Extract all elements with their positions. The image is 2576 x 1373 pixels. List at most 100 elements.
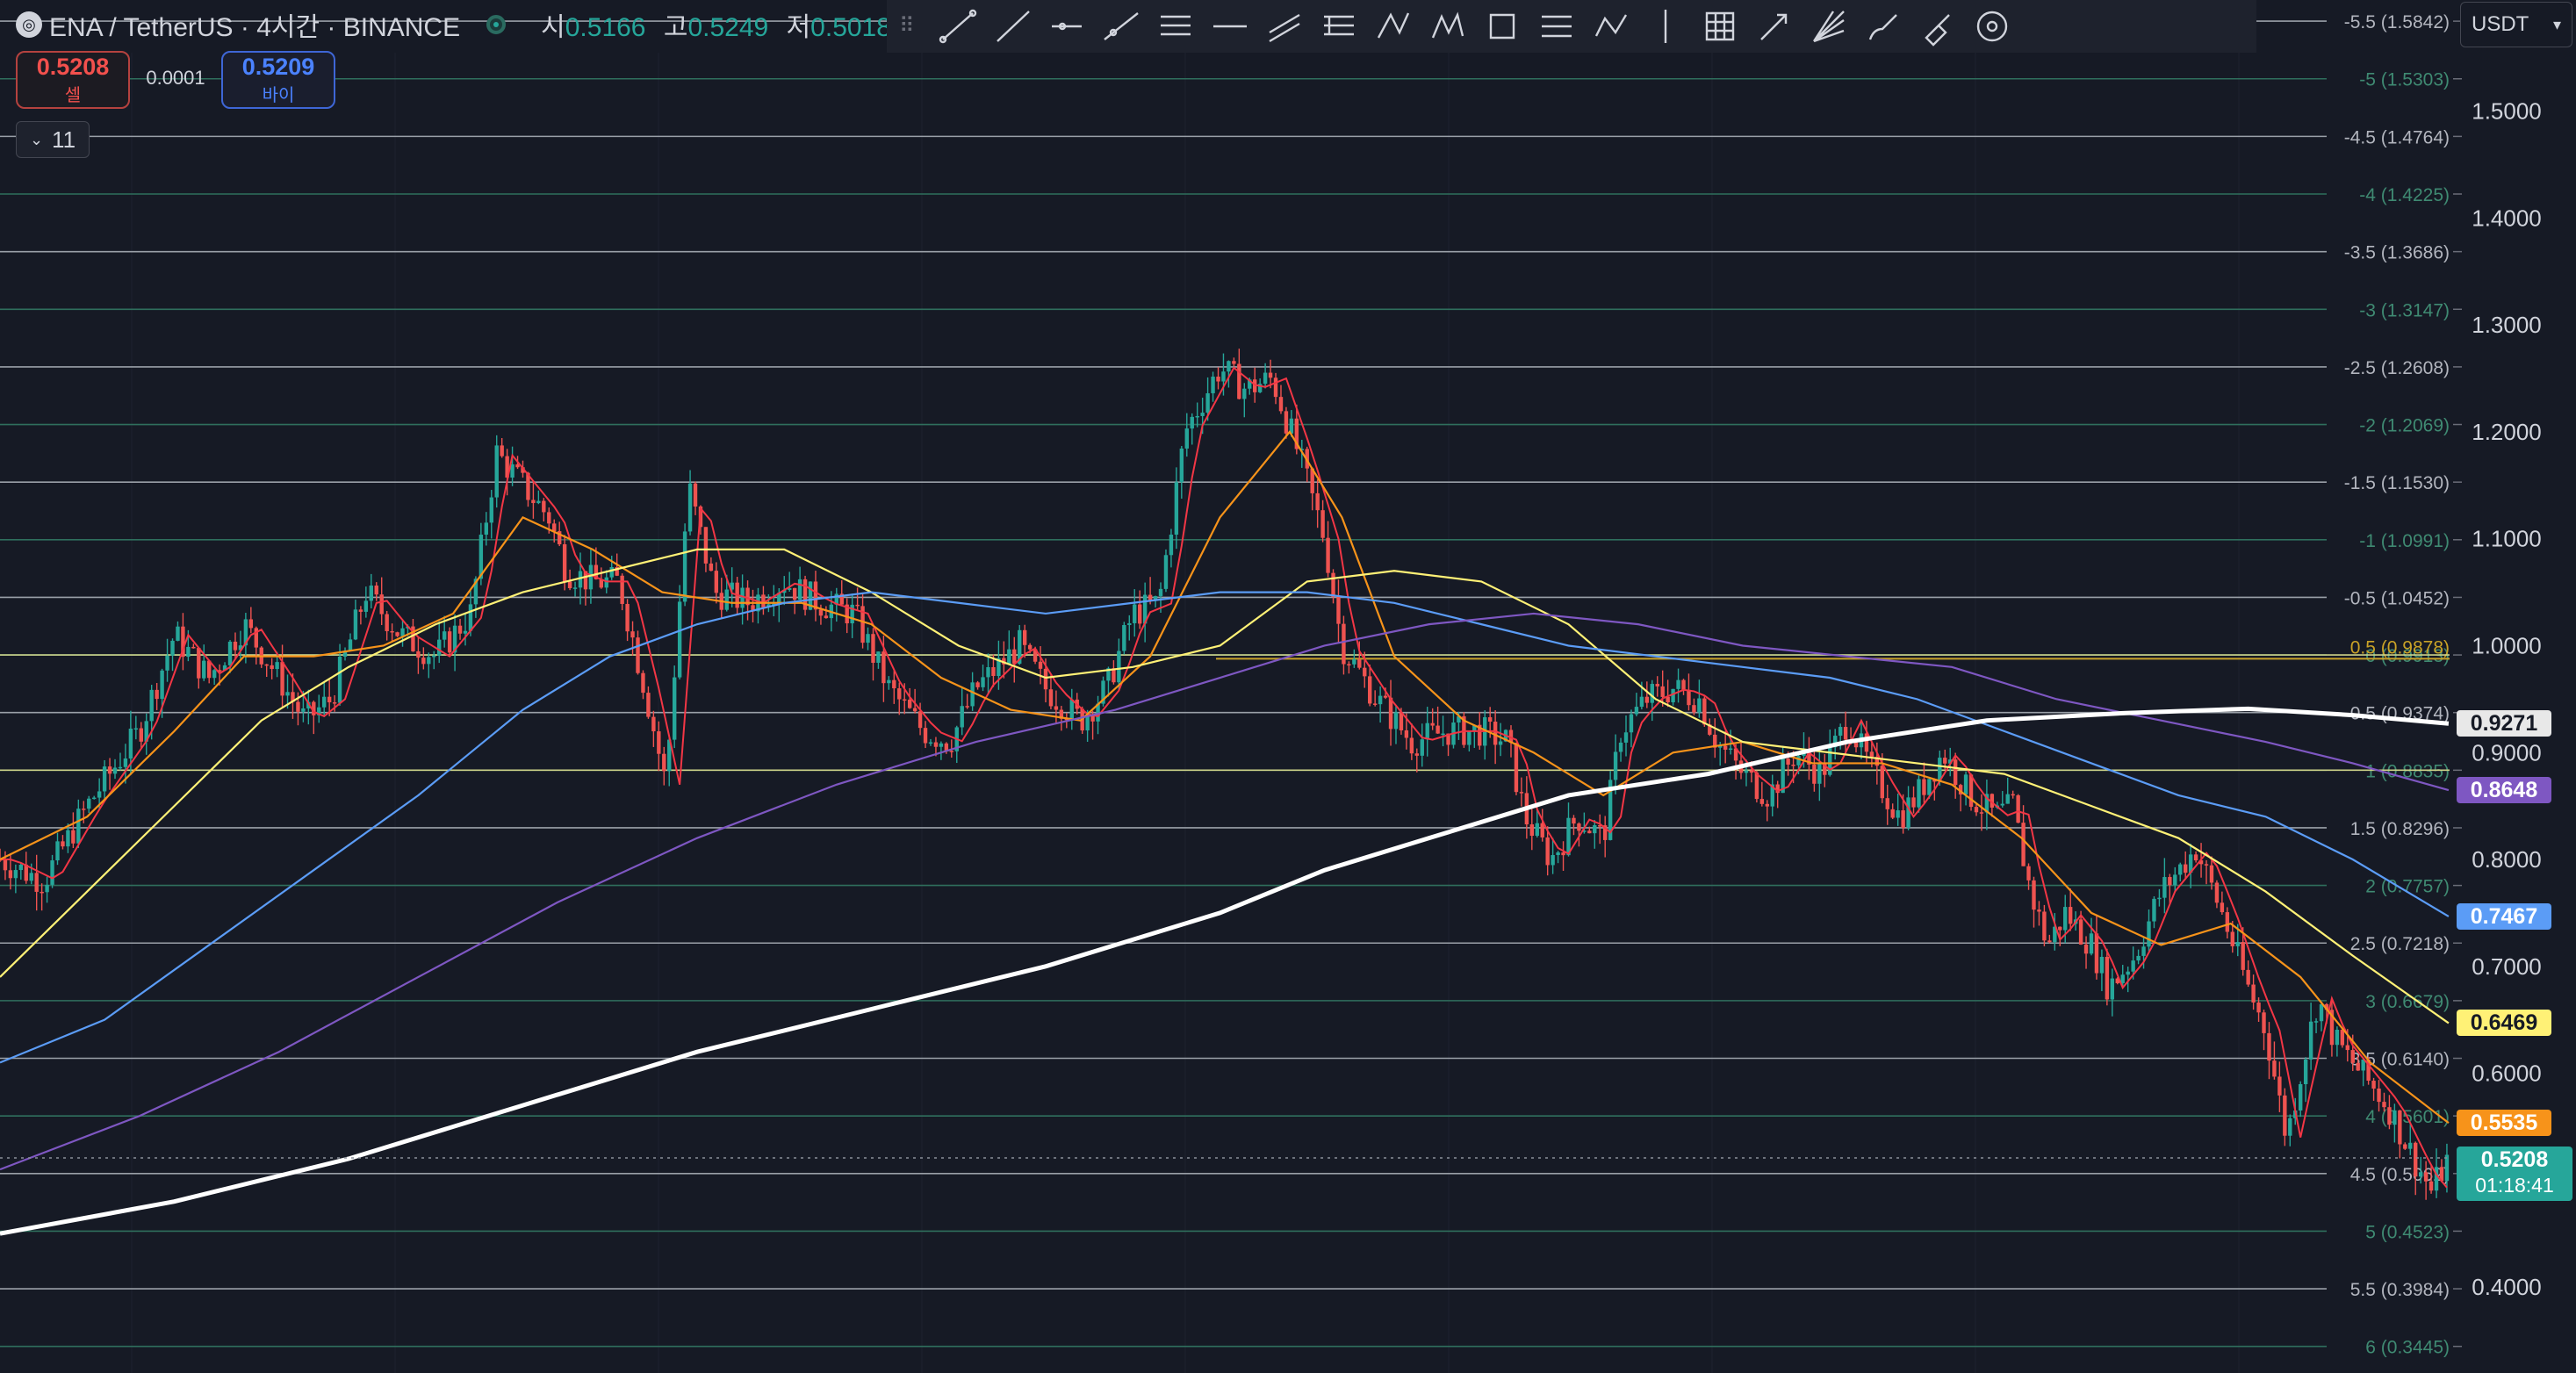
- candle-body: [552, 523, 557, 532]
- candle-body: [1278, 397, 1284, 412]
- candle-body: [1069, 699, 1074, 720]
- candle-body: [547, 512, 551, 524]
- currency-select[interactable]: USDT ▾: [2460, 2, 2572, 47]
- candle-body: [1441, 733, 1445, 736]
- pitchfork-tool-button[interactable]: [1366, 2, 1421, 51]
- buy-button[interactable]: 0.5209 바이: [221, 51, 335, 109]
- candle-body: [2168, 877, 2172, 886]
- y-axis-tick-label: 1.3000: [2472, 312, 2542, 338]
- candle-body: [2377, 1088, 2381, 1103]
- fib-fan-tool-button[interactable]: [1802, 2, 1856, 51]
- settings-circle-tool-button[interactable]: [1965, 2, 2019, 51]
- fib-level-label: -2.5 (1.2608): [2344, 358, 2450, 378]
- chevron-down-icon: ⌄: [29, 130, 44, 148]
- brush-tool-button[interactable]: [1856, 2, 1910, 51]
- candle-body: [484, 522, 489, 536]
- candle-body: [2288, 1118, 2292, 1136]
- candle-body: [1216, 377, 1220, 382]
- candle-body: [1551, 855, 1555, 866]
- highlighter-tool-button[interactable]: [1910, 2, 1965, 51]
- candle-body: [604, 577, 608, 588]
- candle-body: [1896, 810, 1900, 818]
- y-axis-tick-label: 1.4000: [2472, 205, 2542, 231]
- price-chart[interactable]: -5.5 (1.5842) -5 (1.5303) -4.5 (1.4764) -4 …: [0, 0, 2576, 1373]
- vertical-line-tool-button[interactable]: [1638, 2, 1693, 51]
- candle-body: [855, 604, 860, 607]
- candle-body: [2209, 865, 2214, 883]
- high-value: 0.5249: [687, 13, 769, 42]
- candle-body: [327, 696, 332, 703]
- horizontal-ray-tool-button[interactable]: [1040, 2, 1094, 51]
- trend-line-tool-button[interactable]: [931, 2, 985, 51]
- candle-body: [270, 665, 274, 670]
- candle-body: [2350, 1050, 2355, 1063]
- candle-body: [965, 706, 969, 708]
- fib-channel-icon-path: [1324, 15, 1354, 36]
- ohlc-readout: 시0.5166 고0.5249 저0.5018: [530, 5, 891, 44]
- candle-body: [45, 884, 49, 893]
- fib-channel-tool-button[interactable]: [1312, 2, 1366, 51]
- candle-body: [562, 544, 567, 582]
- candle-body: [128, 728, 133, 759]
- candle-body: [1195, 415, 1199, 418]
- horizontal-ray-icon-path: [1052, 22, 1082, 31]
- candle-body: [500, 445, 504, 456]
- xabcd-pattern-icon: [1431, 11, 1464, 39]
- candle-body: [2340, 1030, 2345, 1046]
- fib-channel-icon: [1324, 15, 1354, 36]
- candle-body: [1812, 764, 1817, 784]
- moving-average-line: [0, 548, 2450, 1024]
- ray-icon-path: [997, 11, 1030, 42]
- candle-body: [1561, 852, 1565, 856]
- candle-body: [1357, 659, 1362, 668]
- xabcd-pattern-tool-button[interactable]: [1421, 2, 1475, 51]
- drag-handle-icon[interactable]: ⠿: [899, 13, 922, 40]
- candle-body: [427, 657, 431, 665]
- candle-body: [2319, 1003, 2324, 1022]
- horizontal-line-tool-button[interactable]: [1203, 2, 1257, 51]
- candle-body: [1890, 809, 1895, 818]
- candle-body: [2230, 931, 2234, 946]
- abcd-pattern-tool-button[interactable]: [1584, 2, 1638, 51]
- candle-body: [620, 575, 624, 604]
- candle-body: [1545, 837, 1550, 866]
- low-label: 저: [786, 13, 811, 42]
- rectangle-tool-button[interactable]: [1475, 2, 1529, 51]
- candle-body: [1117, 651, 1121, 683]
- candle-body: [714, 571, 719, 593]
- candle-body: [1158, 588, 1163, 597]
- y-axis-tick-label: 1.5000: [2472, 98, 2542, 125]
- candle-body: [1487, 717, 1493, 722]
- candle-body: [1529, 824, 1535, 837]
- candle-body: [1012, 649, 1017, 665]
- regression-trend-tool-button[interactable]: [1257, 2, 1312, 51]
- fib-retracement-tool-button[interactable]: [1529, 2, 1584, 51]
- candle-body: [2256, 1002, 2261, 1013]
- spread-value: 0.0001: [146, 67, 205, 89]
- parallel-channel-tool-button[interactable]: [1148, 2, 1203, 51]
- ray-tool-button[interactable]: [985, 2, 1040, 51]
- candle-body: [1174, 482, 1179, 535]
- candle-body: [379, 594, 384, 615]
- price-tag: 0.7467: [2457, 902, 2551, 930]
- candle-body: [682, 531, 687, 602]
- gann-box-tool-button[interactable]: [1693, 2, 1747, 51]
- candle-body: [928, 742, 933, 744]
- candle-body: [703, 527, 709, 564]
- candle-body: [1765, 803, 1769, 807]
- arrow-icon-path: [1760, 13, 1788, 40]
- price-tag: 0.9271: [2457, 710, 2551, 737]
- symbol-title[interactable]: ENA / TetherUS · 4시간 · BINANCE: [49, 5, 460, 44]
- indicators-toggle-button[interactable]: ⌄ 11: [16, 121, 90, 158]
- candle-body: [2220, 902, 2225, 913]
- candle-body: [1467, 730, 1471, 745]
- sell-button[interactable]: 0.5208 셀: [16, 51, 130, 109]
- extended-line-tool-button[interactable]: [1094, 2, 1148, 51]
- candle-body: [2214, 882, 2220, 903]
- candle-body: [2235, 942, 2240, 946]
- arrow-tool-button[interactable]: [1747, 2, 1802, 51]
- candle-body: [437, 639, 442, 656]
- regression-trend-icon-path: [1269, 13, 1300, 43]
- candle-body: [1232, 361, 1236, 364]
- candle-body: [1660, 686, 1665, 697]
